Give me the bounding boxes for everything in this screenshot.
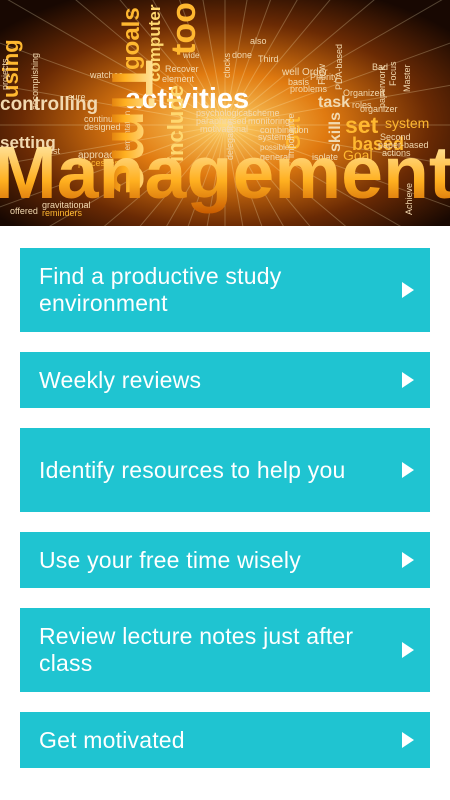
- word-cloud-word: clocks: [222, 52, 232, 78]
- word-cloud-word: Focus: [388, 61, 398, 86]
- time-management-banner-image: activities tools goals computer set system bas…: [0, 0, 450, 226]
- play-arrow-icon: [402, 732, 414, 748]
- menu-item-get-motivated[interactable]: Get motivated: [20, 712, 430, 768]
- word-cloud-word: paperwork: [377, 65, 387, 108]
- play-arrow-icon: [402, 282, 414, 298]
- word-cloud-word: accomplishing: [30, 53, 40, 110]
- menu-item-label: Weekly reviews: [39, 366, 202, 393]
- word-cloud-word: wide: [182, 51, 200, 60]
- play-arrow-icon: [402, 642, 414, 658]
- word-cloud-word: Recover: [165, 64, 199, 74]
- word-cloud-word: Master: [402, 64, 412, 92]
- menu-item-weekly-reviews[interactable]: Weekly reviews: [20, 352, 430, 408]
- menu-item-identify-resources[interactable]: Identify resources to help you: [20, 428, 430, 512]
- menu-item-review-lecture-notes[interactable]: Review lecture notes just after class: [20, 608, 430, 692]
- word-cloud-word: PDA-based: [334, 44, 344, 90]
- word-cloud-word: paraphrased: [196, 116, 247, 126]
- word-cloud-word: done: [232, 50, 252, 60]
- word-cloud-word: Flow: [317, 63, 328, 85]
- menu-item-free-time[interactable]: Use your free time wisely: [20, 532, 430, 588]
- word-cloud-word: element: [162, 74, 195, 84]
- play-arrow-icon: [402, 552, 414, 568]
- tips-menu: Find a productive study environment Week…: [20, 248, 430, 788]
- word-cloud-word: tools: [165, 0, 203, 55]
- menu-item-label: Use your free time wisely: [39, 546, 301, 573]
- play-arrow-icon: [402, 462, 414, 478]
- word-cloud-word: also: [250, 36, 267, 46]
- word-cloud-word: projects: [0, 58, 10, 90]
- menu-item-label: Find a productive study environment: [39, 263, 282, 316]
- menu-item-label: Review lecture notes just after class: [39, 623, 354, 676]
- menu-item-label: Identify resources to help you: [39, 456, 346, 483]
- play-arrow-icon: [402, 372, 414, 388]
- word-cloud-word: system: [385, 115, 429, 131]
- banner-title-word: Management: [0, 131, 450, 214]
- word-cloud-word: sure: [68, 92, 86, 102]
- menu-item-productive-study-environment[interactable]: Find a productive study environment: [20, 248, 430, 332]
- menu-item-label: Get motivated: [39, 726, 185, 753]
- word-cloud-word: Third: [258, 54, 279, 64]
- word-cloud-graphic: activitiestoolsgoals computerset systembas…: [0, 0, 450, 226]
